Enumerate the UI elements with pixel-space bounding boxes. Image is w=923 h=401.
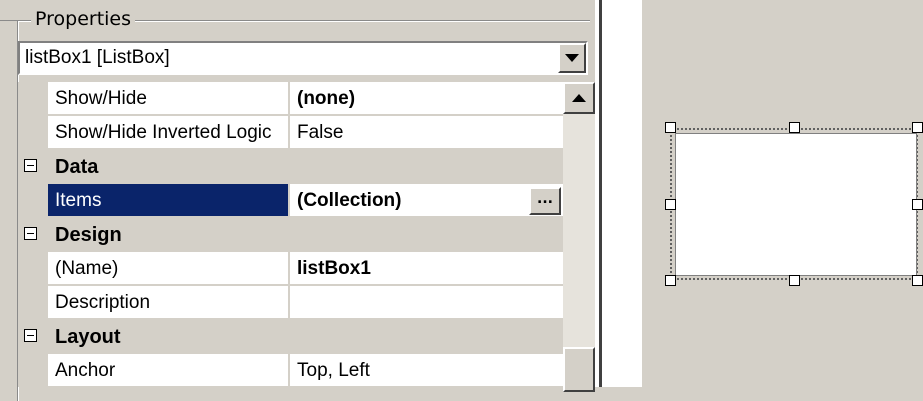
property-value[interactable]: Top, Left: [290, 354, 563, 387]
chevron-down-icon: [565, 54, 579, 62]
object-selector-value: listBox1 [ListBox]: [25, 47, 170, 68]
category-design[interactable]: Design: [18, 218, 563, 252]
property-value[interactable]: (none): [290, 82, 563, 115]
property-value[interactable]: listBox1: [290, 252, 563, 285]
property-value[interactable]: False: [290, 116, 563, 149]
category-label: Data: [55, 156, 99, 178]
property-value[interactable]: [290, 286, 563, 319]
property-name[interactable]: Show/Hide: [48, 82, 289, 115]
resize-handle-s[interactable]: [789, 275, 800, 286]
properties-group-title: Properties: [31, 7, 136, 31]
property-row[interactable]: Items (Collection)...: [18, 184, 563, 218]
property-grid: Show/Hide (none) Show/Hide Inverted Logic F…: [18, 82, 563, 387]
resize-handle-ne[interactable]: [912, 122, 923, 133]
property-name[interactable]: Items: [48, 184, 289, 217]
object-selector-dropdown-button[interactable]: [558, 43, 586, 73]
property-value[interactable]: (Collection): [290, 184, 563, 217]
category-data[interactable]: Data: [18, 150, 563, 184]
category-label: Layout: [55, 326, 121, 348]
properties-panel: Properties listBox1 [ListBox] Show/Hide(…: [0, 0, 642, 401]
property-row[interactable]: Show/Hide (none): [18, 82, 563, 116]
resize-handle-sw[interactable]: [665, 275, 676, 286]
category-layout[interactable]: Layout: [18, 320, 563, 354]
resize-handle-e[interactable]: [912, 199, 923, 210]
arrow-up-icon: [572, 94, 586, 102]
property-row[interactable]: Description: [18, 286, 563, 320]
property-grid-scrollbar[interactable]: [563, 82, 595, 392]
property-name[interactable]: Show/Hide Inverted Logic: [48, 116, 289, 149]
minus-box-icon[interactable]: [24, 159, 37, 172]
minus-box-icon[interactable]: [24, 227, 37, 240]
scroll-thumb[interactable]: [563, 347, 595, 392]
property-name[interactable]: Anchor: [48, 354, 289, 387]
resize-handle-nw[interactable]: [665, 122, 676, 133]
resize-handle-n[interactable]: [789, 122, 800, 133]
resize-handle-se[interactable]: [912, 275, 923, 286]
listbox-control[interactable]: [675, 133, 917, 276]
resize-handle-w[interactable]: [665, 199, 676, 210]
property-name[interactable]: Description: [48, 286, 289, 319]
minus-box-icon[interactable]: [24, 329, 37, 342]
property-row[interactable]: Anchor Top, Left: [18, 354, 563, 387]
designer-surface[interactable]: [642, 0, 923, 387]
ellipsis-button[interactable]: ...: [529, 187, 561, 215]
property-row[interactable]: Show/Hide Inverted Logic False: [18, 116, 563, 150]
property-name[interactable]: (Name): [48, 252, 289, 285]
property-row[interactable]: (Name) listBox1: [18, 252, 563, 286]
scroll-up-button[interactable]: [563, 82, 595, 114]
category-label: Design: [55, 224, 122, 246]
object-selector-combo[interactable]: listBox1 [ListBox]: [18, 41, 588, 75]
